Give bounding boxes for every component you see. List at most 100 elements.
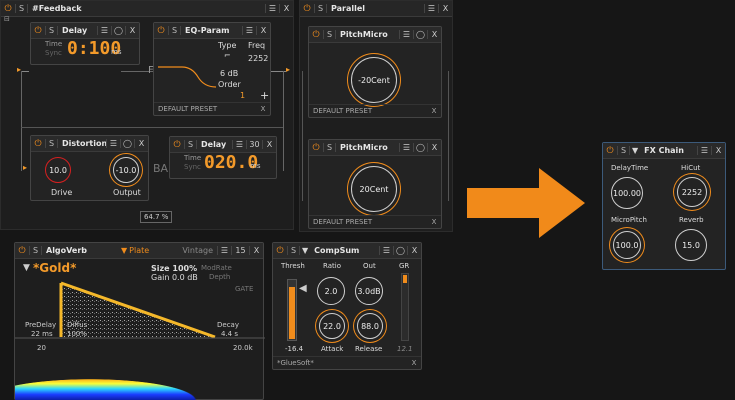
- preset-icon[interactable]: ◯: [413, 30, 427, 39]
- thresh-value[interactable]: -16.4: [285, 345, 303, 353]
- close-icon[interactable]: X: [262, 140, 276, 149]
- solo-button[interactable]: S: [15, 4, 27, 13]
- power-icon[interactable]: ⏻: [309, 143, 323, 153]
- preset-icon[interactable]: ◯: [393, 246, 407, 255]
- menu-icon[interactable]: ☰: [424, 4, 438, 13]
- preset-icon[interactable]: ▼: [299, 246, 310, 255]
- pitch1-preset-name[interactable]: DEFAULT PRESET: [313, 107, 427, 115]
- solo-button[interactable]: S: [168, 26, 180, 35]
- eq-freq-value[interactable]: 2252: [248, 54, 268, 63]
- algoverb-preset-name[interactable]: Plate: [129, 246, 182, 255]
- preset-icon[interactable]: ◯: [413, 143, 427, 152]
- predelay-value[interactable]: 22 ms: [31, 330, 53, 338]
- sync-label: Sync: [184, 163, 201, 171]
- power-icon[interactable]: ⏻: [15, 246, 29, 256]
- compsum-preset-name[interactable]: *GlueSoft*: [277, 359, 407, 367]
- eq-preset-name[interactable]: DEFAULT PRESET: [158, 105, 256, 113]
- eq-order-value[interactable]: 1: [240, 91, 245, 100]
- thresh-meter[interactable]: [287, 279, 297, 341]
- power-icon[interactable]: ⏻: [603, 146, 617, 156]
- menu-icon[interactable]: ☰: [106, 139, 120, 148]
- menu-icon[interactable]: ☰: [379, 246, 393, 255]
- thresh-pointer-icon[interactable]: ◀: [299, 283, 307, 294]
- pitch-knob[interactable]: -20Cent: [351, 57, 397, 103]
- solo-button[interactable]: S: [617, 146, 629, 155]
- power-icon[interactable]: ⏻: [1, 4, 15, 14]
- close-icon[interactable]: X: [407, 246, 421, 255]
- pitch-knob[interactable]: 20Cent: [351, 166, 397, 212]
- low-cut-value[interactable]: 20: [37, 344, 46, 352]
- menu-icon[interactable]: ☰: [399, 30, 413, 39]
- power-icon[interactable]: ⏻: [31, 139, 45, 149]
- menu-icon[interactable]: ☰: [232, 140, 246, 149]
- power-icon[interactable]: ⏻: [154, 26, 168, 36]
- close-icon[interactable]: X: [427, 30, 441, 39]
- close-icon[interactable]: X: [438, 4, 452, 13]
- menu-icon[interactable]: ☰: [265, 4, 279, 13]
- close-icon[interactable]: X: [256, 26, 270, 35]
- delaytime-knob[interactable]: 100.00: [611, 177, 643, 209]
- micropitch-knob[interactable]: 100.0: [613, 231, 641, 259]
- close-icon[interactable]: X: [407, 359, 421, 367]
- close-icon[interactable]: X: [134, 139, 148, 148]
- parallel-title: Parallel: [326, 4, 424, 13]
- solo-button[interactable]: S: [45, 26, 57, 35]
- diffus-value[interactable]: 100%: [67, 330, 87, 338]
- preset-icon[interactable]: ▼: [629, 146, 640, 155]
- out-knob[interactable]: 3.0dB: [355, 277, 383, 305]
- menu-icon[interactable]: ☰: [399, 143, 413, 152]
- solo-button[interactable]: S: [323, 143, 335, 152]
- high-cut-value[interactable]: 20.0k: [233, 344, 253, 352]
- add-band-icon[interactable]: +: [260, 89, 269, 102]
- close-icon[interactable]: X: [711, 146, 725, 155]
- patch-name[interactable]: *Gold*: [33, 261, 76, 275]
- menu-icon[interactable]: ☰: [217, 246, 231, 255]
- close-icon[interactable]: X: [256, 105, 270, 113]
- eq-curve[interactable]: [158, 61, 216, 89]
- output-knob[interactable]: -10.0: [113, 157, 139, 183]
- power-icon[interactable]: ⏻: [273, 246, 287, 256]
- release-knob[interactable]: 88.0: [357, 313, 383, 339]
- drive-knob[interactable]: 10.0: [45, 157, 71, 183]
- solo-button[interactable]: S: [287, 246, 299, 255]
- eq-param-device: ⏻ S EQ-Param ☰ X Type Freq ⌐ 2252 6 dB O…: [153, 22, 271, 116]
- close-icon[interactable]: X: [125, 26, 139, 35]
- close-icon[interactable]: X: [249, 246, 263, 255]
- hicut-knob[interactable]: 2252: [677, 177, 707, 207]
- eq-gain-value[interactable]: 6 dB: [220, 69, 238, 78]
- out-label: Out: [363, 262, 376, 270]
- vintage-label[interactable]: Vintage: [182, 246, 217, 255]
- routing-line: [21, 71, 29, 72]
- modrate-label[interactable]: ModRate: [201, 264, 232, 272]
- close-icon[interactable]: X: [427, 143, 441, 152]
- menu-icon[interactable]: ☰: [242, 26, 256, 35]
- attack-knob[interactable]: 22.0: [319, 313, 345, 339]
- close-icon[interactable]: X: [427, 218, 441, 226]
- power-icon[interactable]: ⏻: [170, 140, 184, 150]
- ratio-knob[interactable]: 2.0: [317, 277, 345, 305]
- eq-type-shape-icon[interactable]: ⌐: [224, 51, 231, 60]
- close-icon[interactable]: X: [427, 107, 441, 115]
- solo-button[interactable]: S: [45, 139, 57, 148]
- preset-icon[interactable]: ◯: [111, 26, 125, 35]
- pitch2-preset-name[interactable]: DEFAULT PRESET: [313, 218, 427, 226]
- decay-value[interactable]: 4.4 s: [221, 330, 238, 338]
- menu-icon[interactable]: ☰: [97, 26, 111, 35]
- menu-icon[interactable]: ☰: [697, 146, 711, 155]
- collapse-icon[interactable]: ⊟: [4, 15, 10, 23]
- fx-chain-title: FX Chain: [644, 146, 684, 155]
- close-icon[interactable]: X: [279, 4, 293, 13]
- solo-button[interactable]: S: [323, 30, 335, 39]
- feedback-mix-value[interactable]: 64.7 %: [140, 211, 173, 223]
- pitchmicro-title: PitchMicro: [335, 143, 399, 152]
- size-label[interactable]: Size 100%: [151, 264, 197, 273]
- solo-button[interactable]: S: [184, 140, 196, 149]
- solo-button[interactable]: S: [314, 4, 326, 13]
- solo-button[interactable]: S: [29, 246, 41, 255]
- reverb-knob[interactable]: 15.0: [675, 229, 707, 261]
- power-icon[interactable]: ⏻: [31, 26, 45, 36]
- power-icon[interactable]: ⏻: [300, 4, 314, 14]
- preset-icon[interactable]: ▼: [119, 246, 129, 255]
- preset-icon[interactable]: ◯: [120, 139, 134, 148]
- power-icon[interactable]: ⏻: [309, 30, 323, 40]
